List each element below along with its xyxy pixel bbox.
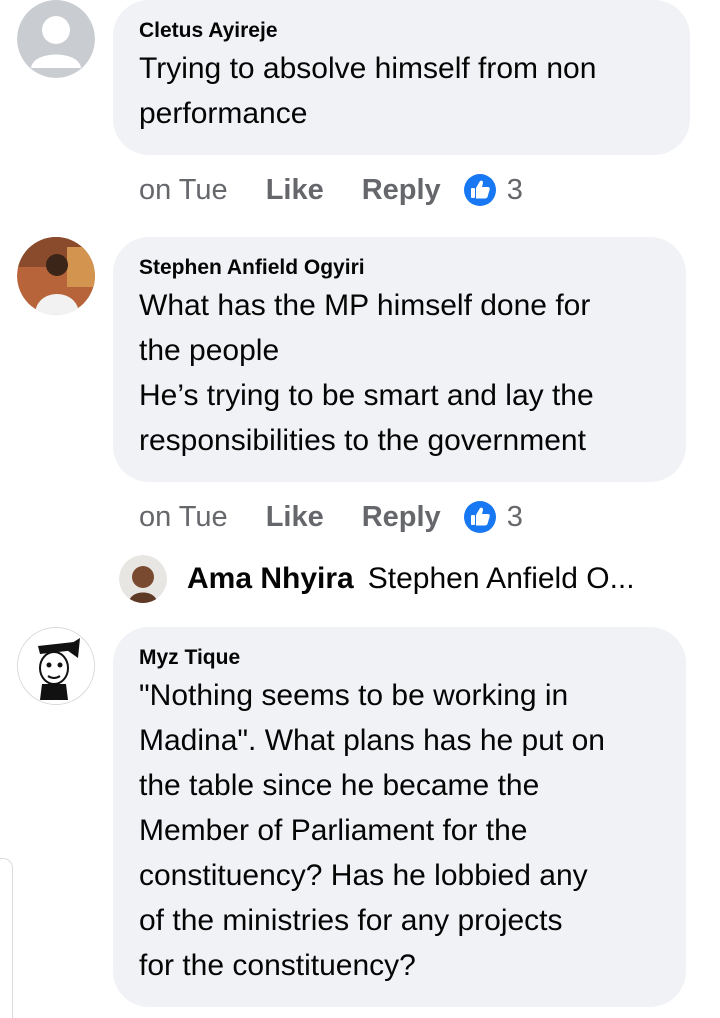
reply-preview-text[interactable]: Stephen Anfield O... xyxy=(368,562,635,596)
comment-text: "Nothing seems to be working in Madina".… xyxy=(139,679,605,982)
user-avatar[interactable] xyxy=(17,627,95,705)
reply-button[interactable]: Reply xyxy=(362,174,441,207)
comment-actions: on Tue Like Reply 3 xyxy=(139,497,523,537)
comment-time[interactable]: on Tue xyxy=(139,174,228,207)
comment-bubble: Myz Tique "Nothing seems to be working i… xyxy=(113,627,686,1007)
comment-time[interactable]: on Tue xyxy=(139,501,228,534)
user-avatar[interactable] xyxy=(17,237,95,315)
like-button[interactable]: Like xyxy=(266,501,324,534)
comment-bubble: Cletus Ayireje Trying to absolve himself… xyxy=(113,0,690,155)
comment-author[interactable]: Myz Tique xyxy=(139,645,660,671)
comment-author[interactable]: Stephen Anfield Ogyiri xyxy=(139,255,660,281)
comment-text: Trying to absolve himself from non perfo… xyxy=(139,52,597,130)
reply-author[interactable]: Ama Nhyira xyxy=(187,562,354,596)
comment-actions: on Tue Like Reply 3 xyxy=(139,170,523,210)
like-button[interactable]: Like xyxy=(266,174,324,207)
comment-author[interactable]: Cletus Ayireje xyxy=(139,18,664,44)
reply-avatar[interactable] xyxy=(119,555,167,603)
reply-preview[interactable]: Ama Nhyira Stephen Anfield O... xyxy=(119,554,635,604)
thumbs-up-icon[interactable] xyxy=(463,500,497,534)
reply-button[interactable]: Reply xyxy=(362,501,441,534)
comment-text: What has the MP himself done for the peo… xyxy=(139,289,594,457)
default-avatar[interactable] xyxy=(17,0,95,78)
reaction-count[interactable]: 3 xyxy=(507,501,523,534)
reaction-count[interactable]: 3 xyxy=(507,174,523,207)
comment-bubble: Stephen Anfield Ogyiri What has the MP h… xyxy=(113,237,686,482)
side-panel-edge xyxy=(0,858,13,1018)
thumbs-up-icon[interactable] xyxy=(463,173,497,207)
